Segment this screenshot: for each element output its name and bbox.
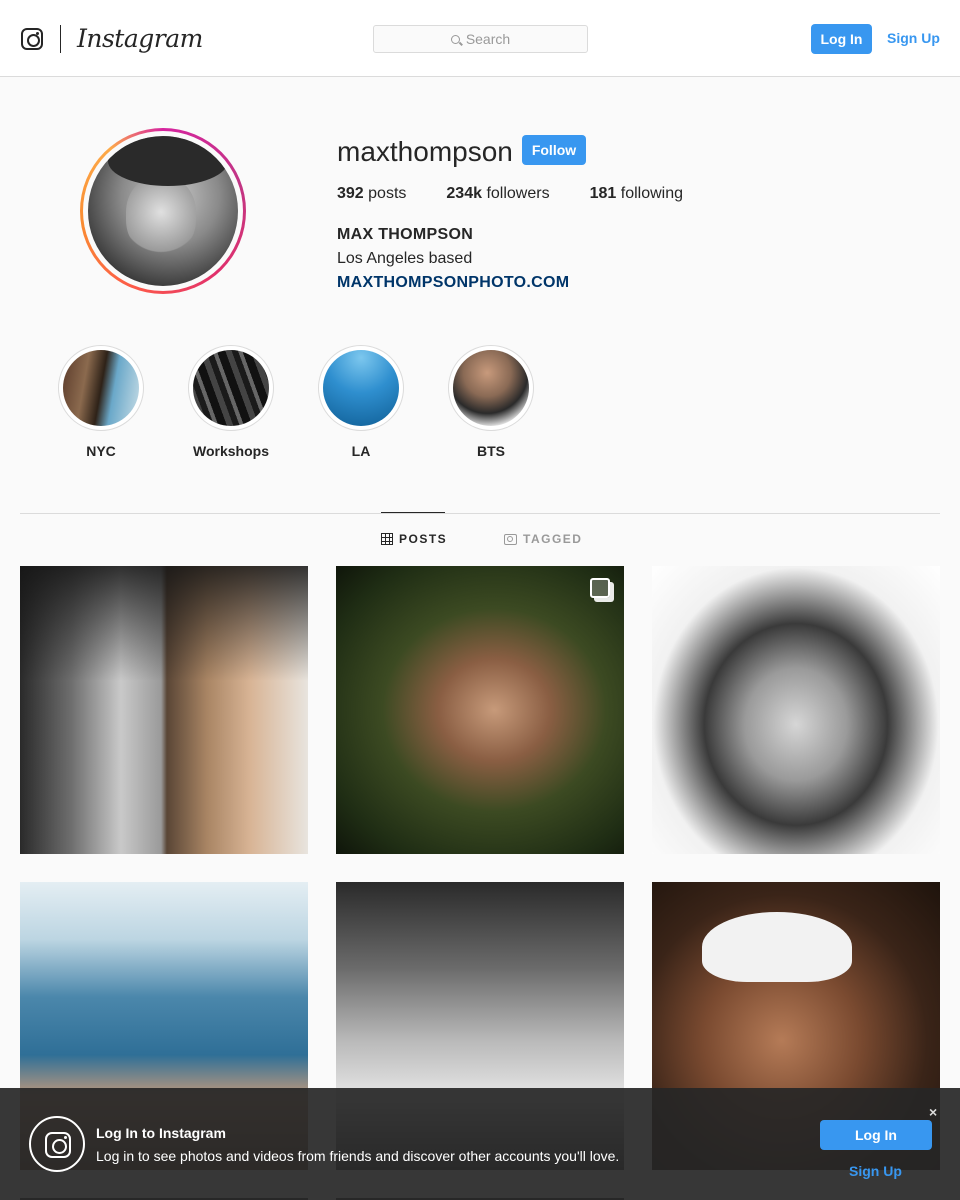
post-thumbnail[interactable] [336,566,624,854]
login-prompt-banner: Log In to Instagram Log in to see photos… [0,1088,960,1200]
highlight-ring [318,345,404,431]
followers-count-value: 234k [446,185,482,202]
profile-avatar [88,136,238,286]
tab-posts-label: POSTS [399,532,448,546]
posts-count-label: posts [368,185,407,202]
instagram-glyph-icon[interactable] [21,28,43,50]
login-button[interactable]: Log In [811,24,872,54]
avatar-border [83,131,243,291]
instagram-glyph-icon [45,1132,71,1158]
following-count-value: 181 [589,185,617,202]
banner-login-button[interactable]: Log In [820,1120,932,1150]
tab-tagged-label: TAGGED [523,532,583,546]
post-thumbnail[interactable] [652,566,940,854]
signup-link[interactable]: Sign Up [887,30,940,46]
search-icon [450,34,460,44]
close-icon[interactable]: × [929,1104,937,1120]
story-highlight-nyc[interactable]: NYC [51,345,151,459]
top-navigation-bar: Instagram Search Log In Sign Up [0,0,960,77]
highlight-ring [448,345,534,431]
active-tab-indicator [381,512,445,513]
story-highlight-bts[interactable]: BTS [441,345,541,459]
followers-count-label: followers [486,185,550,202]
follow-button[interactable]: Follow [522,135,586,165]
highlight-label: BTS [477,443,505,459]
profile-website-link[interactable]: MAXTHOMPSONPHOTO.COM [337,274,569,292]
highlight-label: NYC [86,443,116,459]
highlight-cover-image [453,350,529,426]
tagged-icon [504,533,517,545]
highlight-cover-image [193,350,269,426]
banner-title: Log In to Instagram [96,1125,226,1141]
highlight-label: Workshops [193,443,269,459]
post-thumbnail[interactable] [20,566,308,854]
tabs-divider [20,513,940,514]
instagram-logo-icon [29,1116,85,1172]
profile-full-name: MAX THOMPSON [337,226,474,243]
profile-avatar-story-ring[interactable] [80,128,246,294]
search-placeholder: Search [465,31,511,47]
following-count[interactable]: 181 following [590,185,683,203]
grid-icon [381,533,393,545]
profile-username: maxthompson [337,136,513,167]
instagram-wordmark[interactable]: Instagram [77,24,203,53]
posts-count-value: 392 [337,185,364,202]
logo-divider [60,25,61,53]
story-highlight-workshops[interactable]: Workshops [181,345,281,459]
banner-signup-link[interactable]: Sign Up [849,1163,902,1179]
banner-description: Log in to see photos and videos from fri… [96,1148,620,1164]
profile-stats: 392 posts 234k followers 181 following [337,185,723,203]
highlight-cover-image [323,350,399,426]
search-input[interactable]: Search [373,25,588,53]
highlight-cover-image [63,350,139,426]
tab-posts[interactable]: POSTS [381,532,447,546]
posts-count: 392 posts [337,185,406,203]
tab-tagged[interactable]: TAGGED [504,532,582,546]
multiple-photos-icon [590,578,610,598]
highlight-ring [188,345,274,431]
highlight-label: LA [351,443,371,459]
profile-bio: Los Angeles based [337,250,473,267]
story-highlight-la[interactable]: LA [311,345,411,459]
followers-count[interactable]: 234k followers [446,185,549,203]
following-count-label: following [620,185,684,202]
highlight-ring [58,345,144,431]
